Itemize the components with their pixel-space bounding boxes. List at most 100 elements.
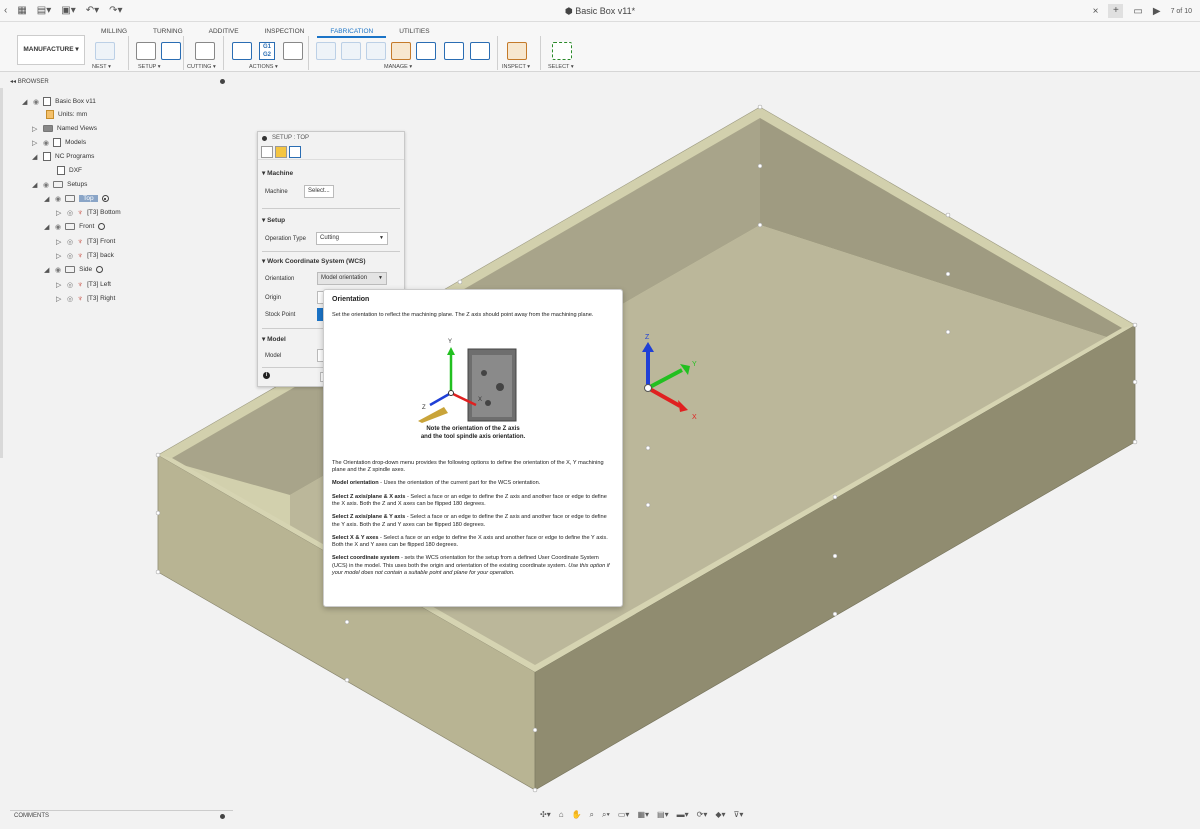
visibility-eye-icon[interactable]: ◎ (67, 238, 73, 246)
expand-triangle-icon[interactable]: ▷ (56, 295, 63, 303)
tree-item-op-bottom[interactable]: ▷ ◎ ♆ [T3] Bottom (56, 206, 121, 219)
tree-item-nc-programs[interactable]: ◢ NC Programs (32, 150, 94, 163)
group-select[interactable]: SELECT ▾ (548, 64, 574, 70)
expand-triangle-icon[interactable]: ◢ (44, 223, 51, 231)
tab-milling[interactable]: MILLING (88, 28, 140, 38)
new-setup-icon[interactable] (161, 42, 181, 60)
post-process-tab-icon[interactable] (289, 145, 301, 158)
workspace-switcher[interactable]: MANUFACTURE ▾ (17, 35, 85, 65)
visibility-eye-icon[interactable]: ◉ (33, 98, 39, 106)
tree-item-op-left[interactable]: ▷ ◎ ♆ [T3] Left (56, 278, 111, 291)
browser-header[interactable]: ◂◂ BROWSER (10, 78, 233, 89)
tree-item-dxf[interactable]: DXF (57, 164, 82, 177)
notifications-icon[interactable]: ▭ (1133, 6, 1142, 17)
tree-item-op-right[interactable]: ▷ ◎ ♆ [T3] Right (56, 292, 115, 305)
tree-item-units[interactable]: Units: mm (46, 108, 87, 121)
tree-item-setup-side[interactable]: ◢ ◉ Side (44, 263, 104, 276)
section-setup[interactable]: ▾ Setup (258, 216, 289, 224)
expand-triangle-icon[interactable]: ◢ (32, 153, 39, 161)
nc-program-icon[interactable] (470, 42, 490, 60)
expand-triangle-icon[interactable]: ▷ (32, 139, 39, 147)
group-inspect[interactable]: INSPECT ▾ (502, 64, 530, 70)
grid-icon[interactable]: ▦▾ (637, 810, 649, 822)
tree-item-named-views[interactable]: ▷ Named Views (32, 122, 97, 135)
section-model[interactable]: ▾ Model (258, 335, 290, 343)
visibility-eye-icon[interactable]: ◎ (67, 252, 73, 260)
tree-item-setup-front[interactable]: ◢ ◉ Front (44, 220, 106, 233)
section-machine[interactable]: ▾ Machine (258, 169, 297, 177)
orientation-select[interactable]: Model orientation ▼ (317, 272, 387, 285)
setup-radio[interactable] (96, 266, 104, 273)
tree-item-models[interactable]: ▷ ◉ Models (32, 136, 86, 149)
post-process-icon[interactable]: G1 G2 (259, 42, 275, 60)
setup-sheet-icon[interactable] (283, 42, 303, 60)
comments-panel[interactable]: COMMENTS (10, 810, 233, 821)
expand-triangle-icon[interactable]: ▷ (32, 125, 39, 133)
group-actions[interactable]: ACTIONS ▾ (249, 64, 278, 70)
group-nest[interactable]: NEST ▾ (92, 64, 111, 70)
group-cutting[interactable]: CUTTING ▾ (187, 64, 216, 70)
expand-triangle-icon[interactable]: ▷ (56, 238, 63, 246)
viewports-icon[interactable]: ▤▾ (657, 810, 669, 822)
post-library-icon[interactable] (444, 42, 464, 60)
visibility-eye-icon[interactable]: ◉ (55, 195, 61, 203)
setup-dialog-title[interactable]: SETUP : TOP (258, 132, 404, 144)
tab-fabrication[interactable]: FABRICATION (317, 28, 387, 38)
setup-tab-icon[interactable] (261, 145, 273, 158)
close-tab-icon[interactable]: × (1093, 6, 1099, 17)
tree-item-root[interactable]: ◢ ◉ Basic Box v11 (22, 95, 96, 108)
job-status-icon[interactable]: ▶ (1153, 6, 1161, 17)
expand-triangle-icon[interactable]: ▷ (56, 209, 63, 217)
cutting-icon[interactable] (195, 42, 215, 60)
visibility-eye-icon[interactable]: ◎ (67, 209, 73, 217)
tree-item-op-front[interactable]: ▷ ◎ ♆ [T3] Front (56, 235, 115, 248)
visibility-eye-icon[interactable]: ◉ (55, 223, 61, 231)
visibility-eye-icon[interactable]: ◎ (67, 295, 73, 303)
effects-icon[interactable]: ⟳▾ (697, 810, 708, 822)
object-visibility-icon[interactable]: ◆▾ (715, 810, 725, 822)
new-tab-icon[interactable]: + (1108, 4, 1124, 18)
zoom-icon[interactable]: ⌕ (590, 810, 594, 822)
nest-icon[interactable] (95, 42, 115, 60)
info-icon[interactable]: i (263, 372, 270, 379)
stock-tab-icon[interactable] (275, 145, 287, 158)
pan-icon[interactable]: ✋ (572, 810, 582, 822)
group-manage[interactable]: MANAGE ▾ (384, 64, 412, 70)
look-at-icon[interactable]: ⌂ (559, 810, 564, 822)
visibility-eye-icon[interactable]: ◉ (43, 139, 49, 147)
visibility-eye-icon[interactable]: ◉ (55, 266, 61, 274)
manage-library-faded-icon[interactable] (366, 42, 386, 60)
expand-triangle-icon[interactable]: ◢ (22, 98, 29, 106)
new-setup-folder-icon[interactable] (136, 42, 156, 60)
tree-item-op-back[interactable]: ▷ ◎ ♆ [T3] back (56, 249, 114, 262)
collapse-browser-icon[interactable]: ◂◂ (10, 79, 18, 85)
comments-pin-icon[interactable] (220, 814, 225, 819)
visibility-eye-icon[interactable]: ◉ (43, 181, 49, 189)
tool-library-icon[interactable] (391, 42, 411, 60)
select-icon[interactable] (552, 42, 572, 60)
tree-item-setups[interactable]: ◢ ◉ Setups (32, 178, 87, 191)
expand-triangle-icon[interactable]: ◢ (44, 266, 51, 274)
manage-template-faded-icon[interactable] (341, 42, 361, 60)
filter-icon[interactable]: ⊽▾ (734, 810, 744, 822)
orbit-icon[interactable]: ✣▾ (540, 810, 551, 822)
tab-utilities[interactable]: UTILITIES (386, 28, 442, 38)
manage-tool-faded-icon[interactable] (316, 42, 336, 60)
machine-select-button[interactable]: Select... (304, 185, 334, 198)
active-setup-radio[interactable] (101, 195, 109, 202)
visibility-eye-icon[interactable]: ◎ (67, 281, 73, 289)
operation-type-select[interactable]: Cutting ▼ (316, 232, 388, 245)
group-setup[interactable]: SETUP ▾ (138, 64, 161, 70)
tab-turning[interactable]: TURNING (140, 28, 196, 38)
expand-triangle-icon[interactable]: ▷ (56, 252, 63, 260)
expand-triangle-icon[interactable]: ◢ (44, 195, 51, 203)
environment-icon[interactable]: ▬▾ (677, 810, 689, 822)
expand-triangle-icon[interactable]: ◢ (32, 181, 39, 189)
fit-icon[interactable]: ⌕▾ (602, 810, 610, 822)
browser-pin-icon[interactable] (220, 79, 225, 84)
section-wcs[interactable]: ▾ Work Coordinate System (WCS) (258, 257, 370, 265)
machine-library-icon[interactable] (416, 42, 436, 60)
expand-triangle-icon[interactable]: ▷ (56, 281, 63, 289)
simulate-icon[interactable] (232, 42, 252, 60)
setup-radio[interactable] (98, 223, 106, 230)
